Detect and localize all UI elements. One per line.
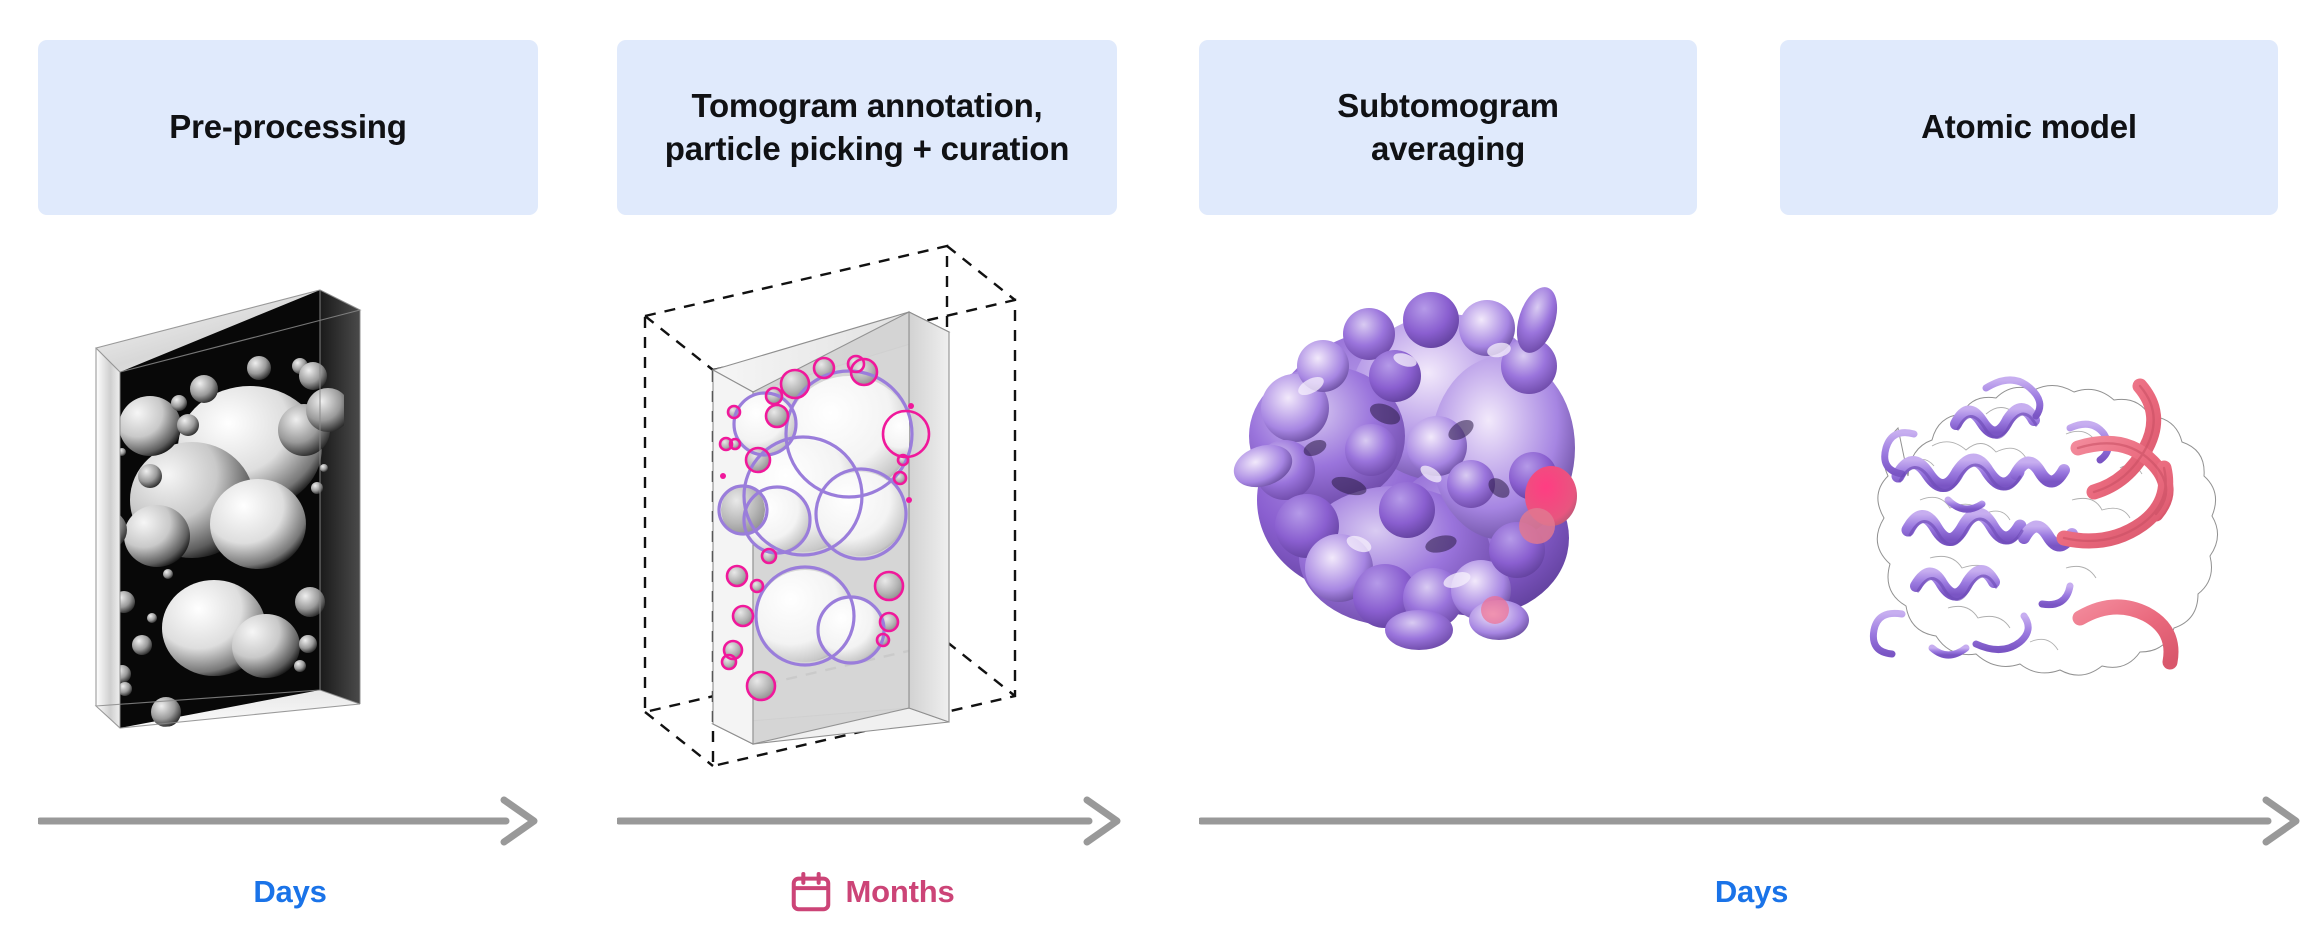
duration-label: Months	[845, 874, 955, 909]
stage-title-line2: averaging	[1370, 129, 1526, 167]
illustration-density-map-purple	[1199, 238, 1697, 778]
stage-title-line2: particle picking + curation	[664, 129, 1070, 167]
stage-arrow-1	[38, 796, 542, 846]
stage-title-line1: Tomogram annotation,	[691, 87, 1043, 125]
stage-title-line1: Atomic model	[1921, 108, 2137, 146]
duration-label: Days	[253, 874, 327, 909]
stage-header-atomic-model: Atomic model	[1780, 40, 2278, 215]
illustration-annotated-tomogram-slab	[617, 238, 1117, 778]
stage-title-line1: Subtomogram	[1337, 87, 1559, 125]
duration-days-2: Days	[1199, 868, 2304, 916]
illustration-tomogram-volume-dark-slab	[38, 238, 538, 778]
stage-arrow-3	[1199, 796, 2304, 846]
stage-arrow-2	[617, 796, 1125, 846]
stage-header-pre-processing: Pre-processing	[38, 40, 538, 215]
illustration-ribbon-atomic-model	[1780, 238, 2278, 778]
stage-header-subtomogram-averaging: Subtomogram averaging	[1199, 40, 1697, 215]
duration-label: Days	[1714, 874, 1789, 909]
duration-days-1: Days	[38, 868, 542, 916]
calendar-icon	[788, 869, 834, 915]
duration-months: Months	[617, 868, 1125, 916]
stage-title-line1: Pre-processing	[169, 108, 407, 146]
stage-header-tomogram-annotation: Tomogram annotation, particle picking + …	[617, 40, 1117, 215]
